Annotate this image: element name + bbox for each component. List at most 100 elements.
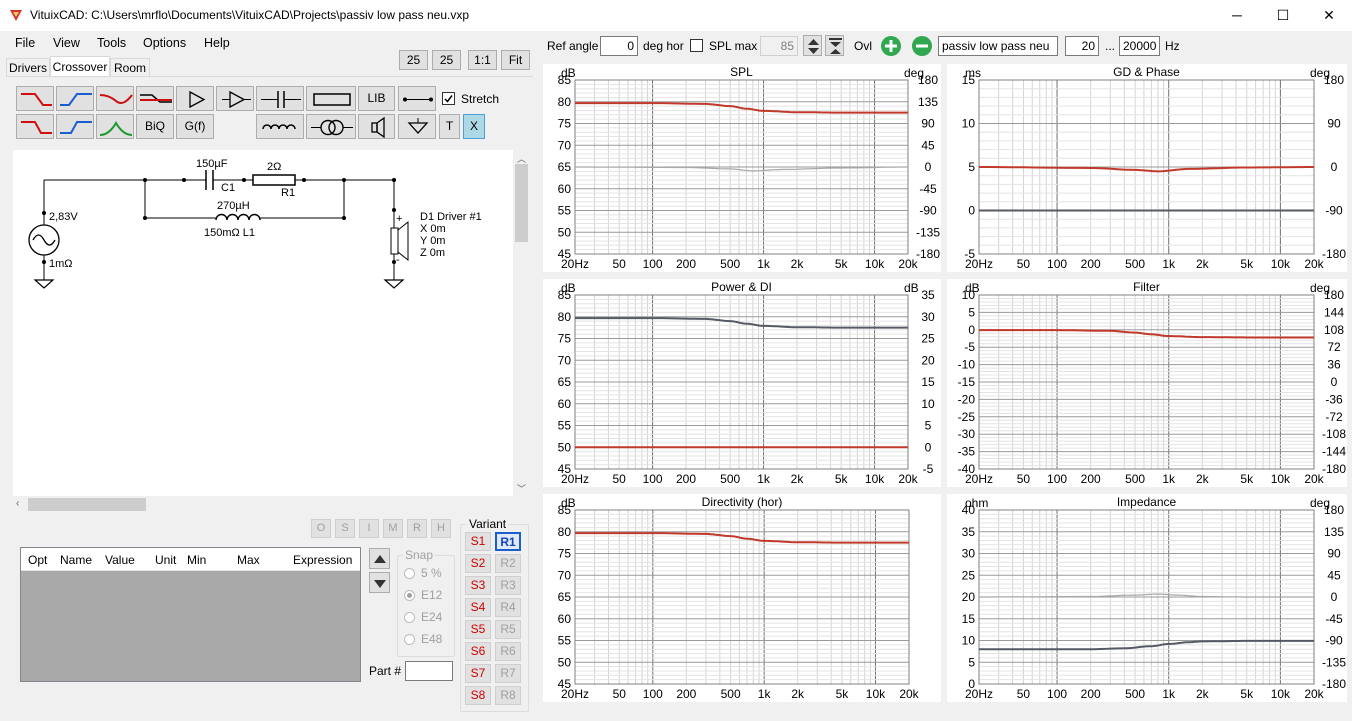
variant-s8-button[interactable]: S8 <box>465 686 491 705</box>
minimize-button[interactable]: ─ <box>1214 0 1260 31</box>
col-max[interactable]: Max <box>237 553 260 567</box>
col-unit[interactable]: Unit <box>155 553 176 567</box>
speaker-icon[interactable] <box>358 114 395 139</box>
impedance-chart[interactable]: 40 35 30 25 20 15 10 5 0 180 135 90 45 0 -45 -90 -135 -18… <box>947 494 1347 702</box>
variant-r4-button[interactable]: R4 <box>495 598 521 617</box>
menu-tools[interactable]: Tools <box>97 36 126 50</box>
amplifier-icon[interactable] <box>176 86 214 111</box>
parameters-table[interactable]: Opt Name Value Unit Min Max Expression <box>20 547 361 682</box>
spl-max-checkbox[interactable] <box>690 39 703 52</box>
stretch-checkbox[interactable] <box>442 92 455 105</box>
power-di-chart[interactable]: 85 80 75 70 65 60 55 50 45 35 30 25 20 15 10 5 0 -5 20Hz 50… <box>543 279 941 487</box>
tab-crossover[interactable]: Crossover <box>50 56 110 77</box>
close-button[interactable]: ✕ <box>1306 0 1352 31</box>
variant-r3-button[interactable]: R3 <box>495 576 521 595</box>
menu-file[interactable]: File <box>15 36 35 50</box>
directivity-hor-chart[interactable]: 85 80 75 70 65 60 55 50 45 20Hz 50 100 200 500 1k 2k 5k 1… <box>543 494 941 702</box>
variant-s1-button[interactable]: S1 <box>465 532 491 551</box>
impedance-y-tick: 30 <box>962 547 976 561</box>
project-name-input[interactable] <box>938 36 1058 56</box>
menu-view[interactable]: View <box>53 36 80 50</box>
col-min[interactable]: Min <box>187 553 206 567</box>
variant-r2-button[interactable]: R2 <box>495 554 521 573</box>
bandpass-icon[interactable] <box>96 114 134 139</box>
add-overlay-icon[interactable] <box>880 35 902 57</box>
transformer-icon[interactable] <box>306 114 356 139</box>
shelf-filter-icon[interactable] <box>136 86 174 111</box>
scroll-left-arrow-icon[interactable]: ‹ <box>16 498 19 509</box>
spl-y2-tick: 0 <box>925 160 932 174</box>
col-name[interactable]: Name <box>60 553 92 567</box>
snap-option-5pct[interactable]: 5 % <box>404 566 442 580</box>
menu-help[interactable]: Help <box>204 36 230 50</box>
menu-options[interactable]: Options <box>143 36 186 50</box>
gd-phase-chart[interactable]: 15 10 5 0 -5 180 90 0 -90 -180 20Hz 50 100 200 500 1k 2k… <box>947 64 1347 272</box>
buffer-amplifier-icon[interactable] <box>216 86 254 111</box>
part-number-input[interactable] <box>405 661 453 681</box>
variant-r7-button[interactable]: R7 <box>495 664 521 683</box>
freq-max-input[interactable] <box>1119 36 1160 56</box>
variant-s4-button[interactable]: S4 <box>465 598 491 617</box>
text-button[interactable]: T <box>439 114 460 139</box>
vertical-scroll-thumb[interactable] <box>515 164 528 242</box>
zoom-25-button-1[interactable]: 25 <box>399 50 428 70</box>
variant-r8-button[interactable]: R8 <box>495 686 521 705</box>
spl-spin-icon[interactable] <box>803 35 822 56</box>
move-down-icon[interactable] <box>369 572 390 593</box>
scroll-down-arrow-icon[interactable]: ﹀ <box>517 482 526 495</box>
horizontal-scroll-thumb[interactable] <box>28 498 146 511</box>
zoom-fit-button[interactable]: Fit <box>501 50 530 70</box>
zoom-25-button-2[interactable]: 25 <box>432 50 461 70</box>
tab-room[interactable]: Room <box>110 58 150 77</box>
s-button[interactable]: S <box>335 519 355 538</box>
ref-angle-input[interactable] <box>600 36 638 56</box>
inductor-icon[interactable] <box>256 114 304 139</box>
biquad-button[interactable]: BiQ <box>136 114 174 139</box>
r-button[interactable]: R <box>407 519 427 538</box>
highpass-2nd-icon[interactable] <box>56 114 94 139</box>
library-button[interactable]: LIB <box>358 86 395 111</box>
capacitor-icon[interactable] <box>256 86 304 111</box>
zoom-1-1-button[interactable]: 1:1 <box>468 50 497 70</box>
h-button[interactable]: H <box>431 519 451 538</box>
spl-max-input[interactable] <box>760 36 798 56</box>
snap-option-e24[interactable]: E24 <box>404 610 442 624</box>
tab-drivers[interactable]: Drivers <box>6 58 50 77</box>
variant-s5-button[interactable]: S5 <box>465 620 491 639</box>
power-di-y2-tick: 5 <box>925 419 932 433</box>
delete-button[interactable]: X <box>463 114 485 139</box>
m-button[interactable]: M <box>383 519 403 538</box>
maximize-button[interactable]: ☐ <box>1260 0 1306 31</box>
spl-auto-icon[interactable] <box>825 35 844 56</box>
col-value[interactable]: Value <box>105 553 135 567</box>
spl-chart[interactable]: 85 80 75 70 65 60 55 50 45 180 135 90 45 0 -45 -90 -135-… <box>543 64 941 272</box>
variant-r6-button[interactable]: R6 <box>495 642 521 661</box>
col-expression[interactable]: Expression <box>293 553 352 567</box>
variant-s6-button[interactable]: S6 <box>465 642 491 661</box>
filter-chart[interactable]: 10 5 0 -5 -10 -15 -20 -25 -30 -35 -40 180 144 108 72 36… <box>947 279 1347 487</box>
variant-s3-button[interactable]: S3 <box>465 576 491 595</box>
variant-s7-button[interactable]: S7 <box>465 664 491 683</box>
move-up-icon[interactable] <box>369 548 390 569</box>
horizontal-scrollbar[interactable]: ‹ <box>13 496 513 513</box>
variant-r1-button[interactable]: R1 <box>495 532 521 551</box>
snap-option-e12[interactable]: E12 <box>404 588 442 602</box>
freq-min-input[interactable] <box>1065 36 1099 56</box>
vertical-scrollbar[interactable]: ︿ ﹀ <box>513 150 530 496</box>
schematic-canvas[interactable]: 2,83V 1mΩ 150µF C1 2Ω R1 270µH 150mΩ L1 … <box>13 150 513 496</box>
resistor-icon[interactable] <box>306 86 356 111</box>
i-button[interactable]: I <box>359 519 379 538</box>
remove-overlay-icon[interactable] <box>911 35 933 57</box>
variant-s2-button[interactable]: S2 <box>465 554 491 573</box>
variant-r5-button[interactable]: R5 <box>495 620 521 639</box>
gf-button[interactable]: G(f) <box>176 114 214 139</box>
highpass-1st-icon[interactable] <box>56 86 94 111</box>
snap-option-e48[interactable]: E48 <box>404 632 442 646</box>
lowpass-2nd-icon[interactable] <box>16 114 54 139</box>
wire-icon[interactable] <box>398 86 436 111</box>
lowpass-1st-icon[interactable] <box>16 86 54 111</box>
notch-filter-icon[interactable] <box>96 86 134 111</box>
col-opt[interactable]: Opt <box>28 553 47 567</box>
o-button[interactable]: O <box>311 519 331 538</box>
ground-icon[interactable] <box>398 114 436 139</box>
